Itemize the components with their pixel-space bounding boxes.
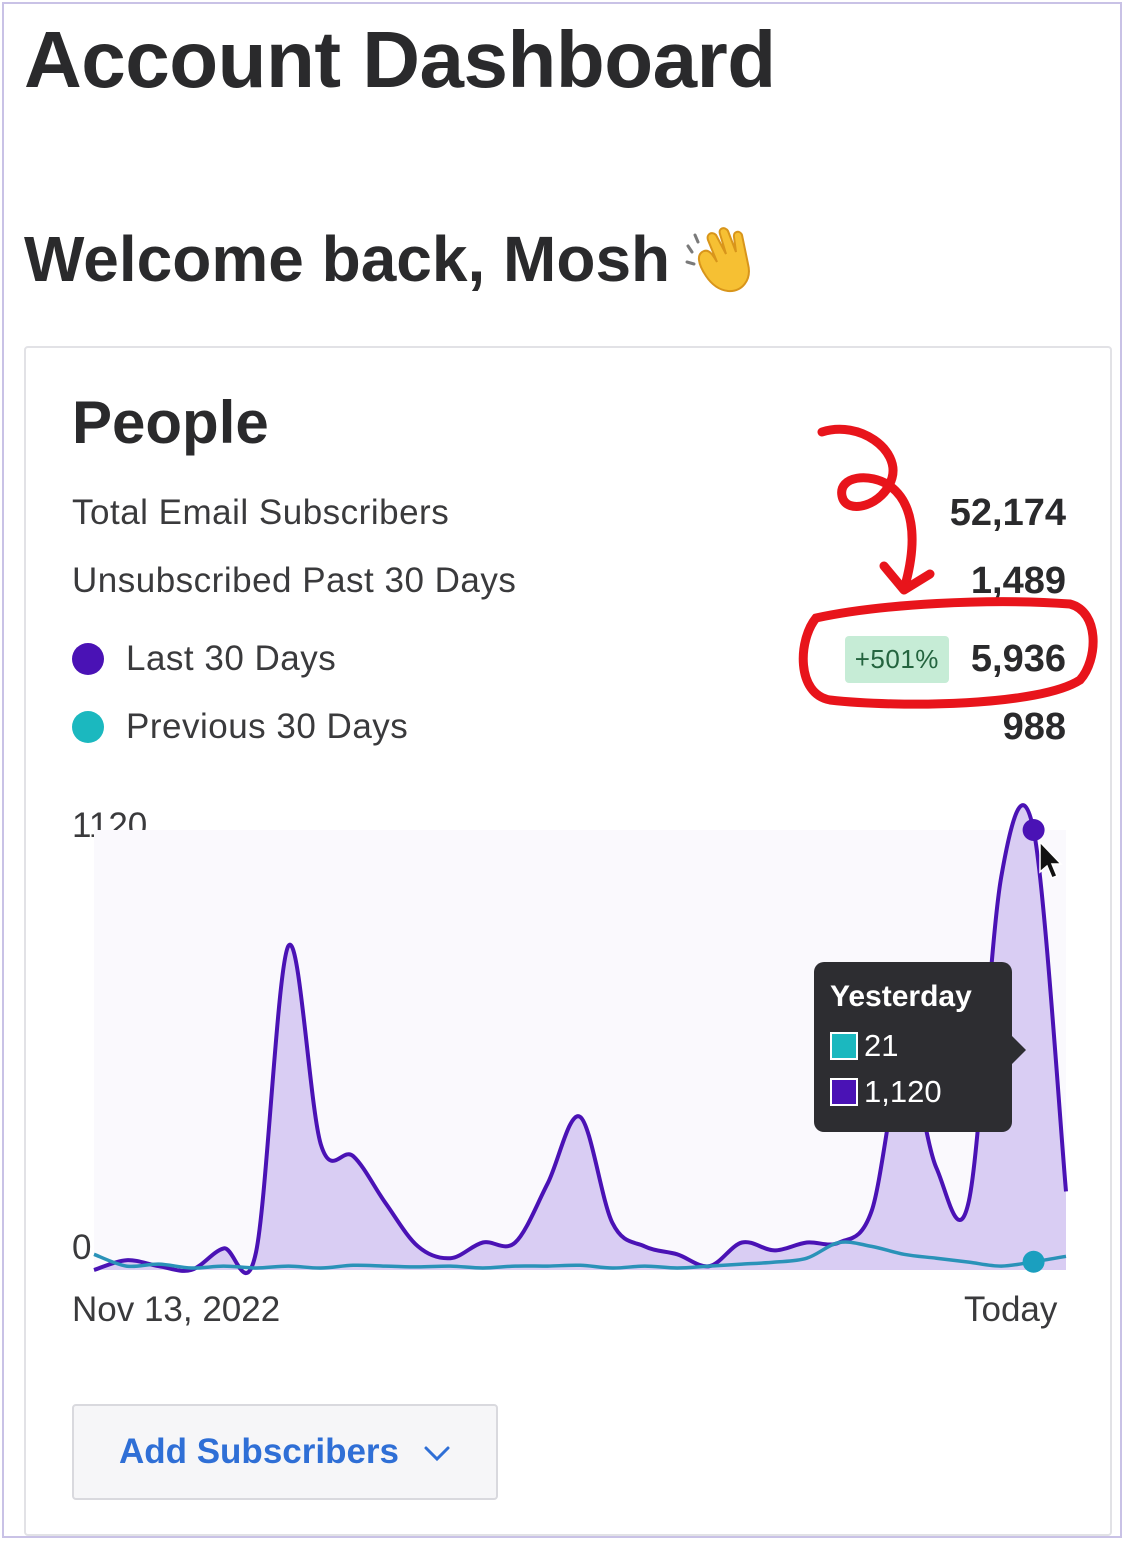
tooltip-title: Yesterday (830, 980, 972, 1013)
people-card: People Total Email Subscribers 52,174 Un… (24, 346, 1112, 1536)
add-subscribers-label: Add Subscribers (118, 1432, 400, 1471)
series-1-hover-point[interactable] (1022, 1250, 1045, 1273)
waving-hand-icon (684, 224, 762, 294)
chevron-down-icon (423, 1432, 451, 1472)
tooltip-row-last: 1,120 (830, 1074, 996, 1110)
welcome-text: Welcome back, Mosh (24, 223, 671, 295)
add-subscribers-button[interactable]: Add Subscribers (72, 1404, 498, 1500)
tooltip-swatch (830, 1032, 858, 1060)
chart-tooltip: Yesterday 21 1,120 (814, 962, 1026, 1132)
welcome-heading: Welcome back, Mosh (24, 222, 762, 296)
tooltip-value: 21 (864, 1028, 899, 1063)
tooltip-swatch (830, 1078, 858, 1106)
page-title: Account Dashboard (24, 15, 776, 104)
subscribers-chart[interactable] (26, 348, 1114, 1348)
tooltip-row-previous: 21 (830, 1028, 996, 1064)
series-0-hover-point[interactable] (1022, 819, 1045, 841)
tooltip-value: 1,120 (864, 1074, 942, 1109)
